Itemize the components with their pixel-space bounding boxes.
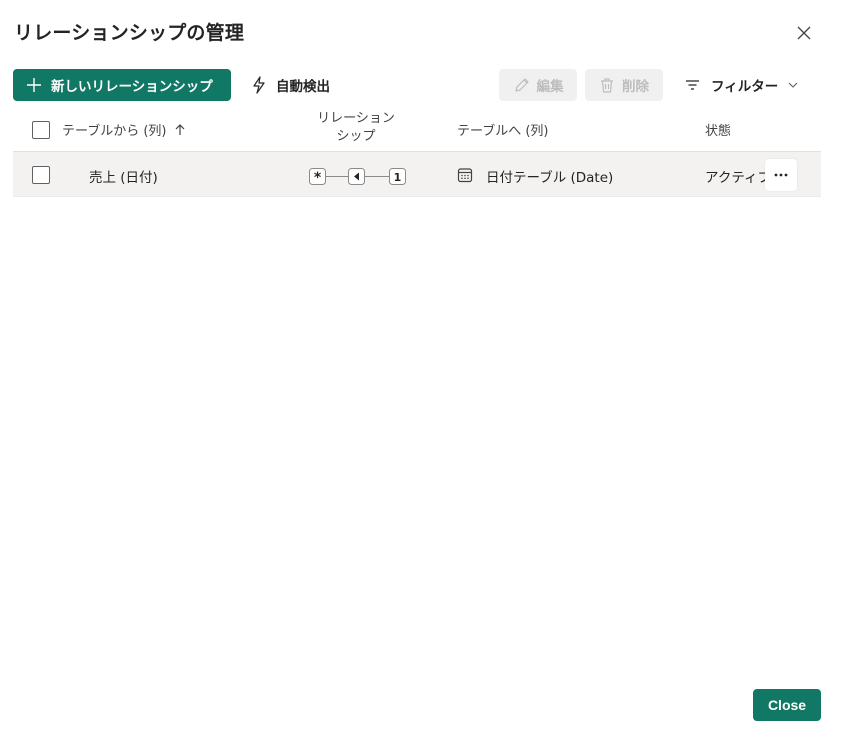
close-button[interactable]: Close xyxy=(753,689,821,721)
cardinality-one-label: 1 xyxy=(394,171,402,184)
delete-label: 削除 xyxy=(622,79,649,95)
edit-label: 編集 xyxy=(536,79,564,95)
pencil-icon xyxy=(514,77,529,92)
column-relationship-line2: シップ xyxy=(336,129,376,144)
table-row[interactable]: 売上 (日付) * 1 日付テーブル (Date) アクティブ xyxy=(13,152,821,197)
auto-detect-button[interactable]: 自動検出 xyxy=(251,69,330,101)
filter-icon xyxy=(686,80,699,90)
row-to-column: 日付テーブル (Date) xyxy=(486,170,614,186)
filter-dropdown[interactable]: フィルター xyxy=(685,69,798,101)
dialog-title: リレーションシップの管理 xyxy=(14,22,245,44)
more-horizontal-icon xyxy=(774,173,788,177)
new-relationship-label: 新しいリレーションシップ xyxy=(51,79,213,95)
delete-button[interactable]: 削除 xyxy=(585,69,663,101)
auto-detect-label: 自動検出 xyxy=(276,79,330,95)
select-all-checkbox[interactable] xyxy=(32,121,50,139)
cardinality-many-label: * xyxy=(314,170,322,185)
chevron-down-icon xyxy=(788,82,798,88)
row-checkbox[interactable] xyxy=(32,166,50,184)
column-header-relationship[interactable]: リレーション シップ xyxy=(310,110,402,146)
row-status: アクティブ xyxy=(705,170,765,186)
plus-icon xyxy=(27,78,41,92)
relationship-cardinality-diagram: * 1 xyxy=(309,168,406,185)
toolbar: 新しいリレーションシップ 自動検出 編集 削除 フィルター xyxy=(13,69,821,101)
relationships-table: テーブルから (列) リレーション シップ テーブルへ (列) 状態 売上 (日… xyxy=(13,107,821,197)
calendar-icon xyxy=(457,168,473,183)
trash-icon xyxy=(601,77,613,93)
table-header: テーブルから (列) リレーション シップ テーブルへ (列) 状態 xyxy=(13,107,821,152)
close-icon xyxy=(797,26,811,40)
manage-relationships-dialog: リレーションシップの管理 新しいリレーションシップ 自動検出 編集 削除 フィル… xyxy=(0,0,841,736)
row-more-options-button[interactable] xyxy=(765,159,797,191)
column-header-status[interactable]: 状態 xyxy=(705,120,731,139)
flash-icon xyxy=(253,76,265,94)
column-header-from[interactable]: テーブルから (列) xyxy=(62,120,185,139)
column-from-label: テーブルから (列) xyxy=(62,124,167,139)
row-from-column: 売上 (日付) xyxy=(89,170,158,186)
column-relationship-line1: リレーション xyxy=(317,111,395,126)
edit-button[interactable]: 編集 xyxy=(499,69,577,101)
filter-label: フィルター xyxy=(711,79,779,95)
new-relationship-button[interactable]: 新しいリレーションシップ xyxy=(13,69,231,101)
arrow-up-icon xyxy=(175,124,185,135)
column-header-to[interactable]: テーブルへ (列) xyxy=(457,120,549,139)
close-dialog-button[interactable] xyxy=(793,22,815,44)
